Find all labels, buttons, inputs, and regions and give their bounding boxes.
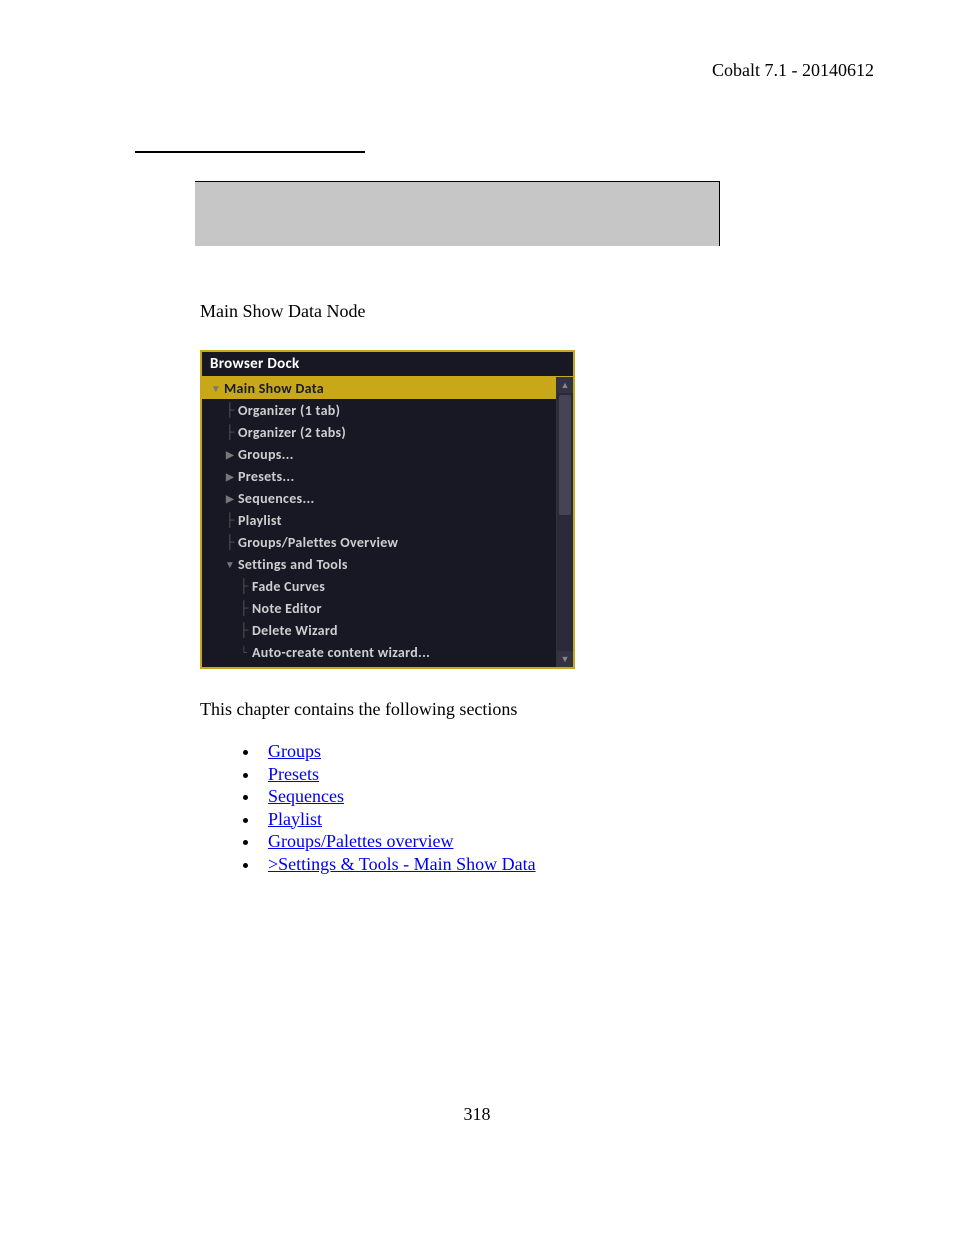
intro-text: This chapter contains the following sect… bbox=[200, 699, 874, 720]
section-links-list: Groups Presets Sequences Playlist Groups… bbox=[240, 740, 874, 875]
tree-connector-icon: ├ bbox=[222, 534, 238, 550]
tree-node-label: Delete Wizard bbox=[252, 622, 338, 639]
section-heading: Main Show Data Node bbox=[200, 301, 874, 322]
tree-node[interactable]: ▶ Presets... bbox=[202, 465, 557, 487]
chevron-right-icon: ▶ bbox=[222, 492, 238, 505]
tree-node-main-show-data[interactable]: ▼ Main Show Data bbox=[202, 377, 557, 399]
tree-node[interactable]: ▼ Settings and Tools bbox=[202, 553, 557, 575]
chevron-down-icon: ▼ bbox=[208, 382, 224, 395]
chevron-right-icon: ▶ bbox=[222, 448, 238, 461]
tree-connector-icon: ├ bbox=[222, 424, 238, 440]
dock-body: ▲ ▼ ▼ Main Show Data ├ Organizer (1 tab)… bbox=[202, 376, 573, 667]
link-settings-tools[interactable]: >Settings & Tools - Main Show Data bbox=[268, 854, 536, 874]
tree-connector-icon: └ bbox=[236, 645, 252, 660]
tree-connector-icon: ├ bbox=[222, 402, 238, 418]
tree-node-label: Playlist bbox=[238, 512, 282, 529]
tree-node[interactable]: ├ Note Editor bbox=[202, 597, 557, 619]
link-playlist[interactable]: Playlist bbox=[268, 809, 322, 829]
page-header: Cobalt 7.1 - 20140612 bbox=[80, 60, 874, 81]
list-item: Groups bbox=[260, 740, 874, 763]
horizontal-rule bbox=[135, 151, 365, 153]
list-item: >Settings & Tools - Main Show Data bbox=[260, 853, 874, 876]
tree-node[interactable]: ▶ Groups... bbox=[202, 443, 557, 465]
tree-node[interactable]: ▶ Sequences... bbox=[202, 487, 557, 509]
tree-node-label: Fade Curves bbox=[252, 578, 325, 595]
browser-dock-screenshot: Browser Dock ▲ ▼ ▼ Main Show Data ├ Orga… bbox=[200, 350, 575, 669]
chevron-right-icon: ▶ bbox=[222, 470, 238, 483]
tree-connector-icon: ├ bbox=[236, 600, 252, 616]
callout-box bbox=[195, 181, 720, 246]
link-presets[interactable]: Presets bbox=[268, 764, 319, 784]
chevron-down-icon: ▼ bbox=[222, 558, 238, 571]
tree-node-label: Auto-create content wizard... bbox=[252, 644, 430, 661]
list-item: Presets bbox=[260, 763, 874, 786]
list-item: Sequences bbox=[260, 785, 874, 808]
tree-connector-icon: ├ bbox=[236, 622, 252, 638]
link-groups-palettes-overview[interactable]: Groups/Palettes overview bbox=[268, 831, 453, 851]
scrollbar-track[interactable]: ▲ ▼ bbox=[556, 377, 573, 667]
tree-connector-icon: ├ bbox=[222, 512, 238, 528]
tree-node[interactable]: ├ Fade Curves bbox=[202, 575, 557, 597]
list-item: Playlist bbox=[260, 808, 874, 831]
tree-node-label: Organizer (1 tab) bbox=[238, 402, 340, 419]
tree-node[interactable]: ├ Delete Wizard bbox=[202, 619, 557, 641]
tree-node-label: Note Editor bbox=[252, 600, 322, 617]
list-item: Groups/Palettes overview bbox=[260, 830, 874, 853]
document-page: Cobalt 7.1 - 20140612 Main Show Data Nod… bbox=[0, 0, 954, 1235]
tree-node-label: Groups... bbox=[238, 446, 294, 463]
tree-node-label: Sequences... bbox=[238, 490, 315, 507]
tree-node-label: Main Show Data bbox=[224, 380, 324, 397]
tree-node-label: Settings and Tools bbox=[238, 556, 348, 573]
scrollbar-thumb[interactable] bbox=[559, 395, 571, 515]
tree-connector-icon: ├ bbox=[236, 578, 252, 594]
page-number: 318 bbox=[0, 1104, 954, 1125]
tree-node[interactable]: ├ Organizer (2 tabs) bbox=[202, 421, 557, 443]
tree-node[interactable]: ├ Groups/Palettes Overview bbox=[202, 531, 557, 553]
dock-title: Browser Dock bbox=[202, 352, 573, 376]
scroll-up-button[interactable]: ▲ bbox=[557, 377, 573, 393]
tree-node[interactable]: ├ Organizer (1 tab) bbox=[202, 399, 557, 421]
tree-node-label: Presets... bbox=[238, 468, 295, 485]
tree-node-label: Groups/Palettes Overview bbox=[238, 534, 398, 551]
scroll-down-button[interactable]: ▼ bbox=[557, 651, 573, 667]
link-sequences[interactable]: Sequences bbox=[268, 786, 344, 806]
tree-node[interactable]: ├ Playlist bbox=[202, 509, 557, 531]
tree-node-label: Organizer (2 tabs) bbox=[238, 424, 346, 441]
tree-view: ▼ Main Show Data ├ Organizer (1 tab) ├ O… bbox=[202, 377, 573, 663]
link-groups[interactable]: Groups bbox=[268, 741, 321, 761]
tree-node[interactable]: └ Auto-create content wizard... bbox=[202, 641, 557, 663]
